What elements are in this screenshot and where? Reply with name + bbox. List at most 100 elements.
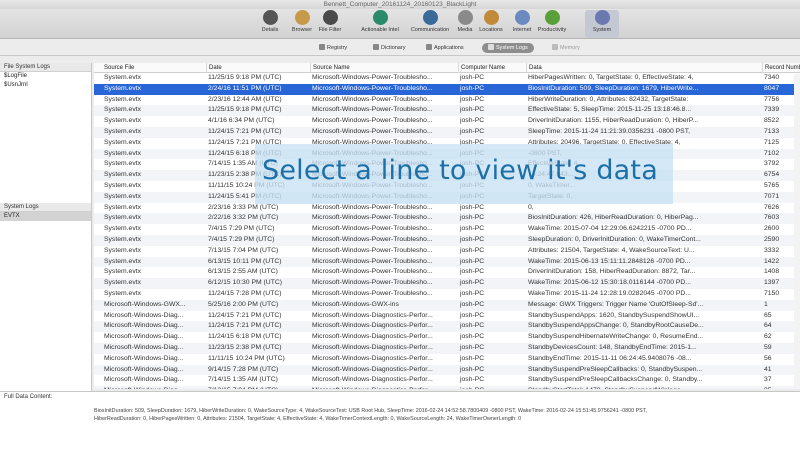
cell-date: 7/4/15 7:29 PM (UTC) <box>208 225 275 233</box>
table-row[interactable]: System.evtx 6/13/15 10:11 PM (UTC) Microso… <box>94 256 800 268</box>
tab-applications[interactable]: Applications <box>420 43 470 53</box>
cell-source-name: Microsoft-Windows-Diagnostics-Perfor... <box>312 311 433 319</box>
column-source-file[interactable]: Source File <box>94 63 206 73</box>
toolbar-productivity-button[interactable]: Productivity <box>535 10 569 38</box>
cell-source-name: Microsoft-Windows-Power-Troublesho... <box>312 289 433 297</box>
tab-system-logs[interactable]: System Logs <box>482 43 534 53</box>
column-date[interactable]: Date <box>206 63 310 73</box>
cell-source-name: Microsoft-Windows-Diagnostics-Perfor... <box>312 333 433 341</box>
cell-source-name: Microsoft-Windows-Diagnostics-Perfor... <box>310 386 458 389</box>
table-row[interactable]: System.evtx 2/23/16 12:44 AM (UTC) Microso… <box>94 95 800 106</box>
column-source-name[interactable]: Source Name <box>310 63 458 73</box>
table-row[interactable]: System.evtx 11/24/15 7:21 PM (UTC) Microso… <box>94 126 800 138</box>
table-row[interactable]: Microsoft-Windows-Diag...7/13/15 7:04 PM… <box>94 386 800 389</box>
cell-data: WakeTime: 2015-06-12 15:30:18.0116144 -0… <box>528 279 691 287</box>
cell-computer-name: josh-PC <box>460 343 485 351</box>
sidebar-item-usnjrnl[interactable]: $UsnJrnl <box>0 81 91 90</box>
toolbar-details-button[interactable]: Details <box>253 10 287 38</box>
table-row[interactable]: System.evtx 6/12/15 10:30 PM (UTC) Microso… <box>94 278 800 289</box>
table-row[interactable]: System.evtx 4/1/16 6:34 PM (UTC) Microsoft… <box>94 116 800 127</box>
table-row[interactable]: System.evtx 7/4/15 7:29 PM (UTC) Microsoft… <box>94 234 800 246</box>
cell-source-file: Microsoft-Windows-GWX... <box>104 300 186 308</box>
cell-computer-name: josh-PC <box>460 95 485 103</box>
cell-computer-name: josh-PC <box>460 300 485 308</box>
cell-data: Attributes: 21504, TargetState: 4, WakeS… <box>528 246 695 254</box>
cell-data: StandbySuspendHibernateWriteChange: 0, R… <box>528 333 704 341</box>
cell-date: 6/12/15 10:30 PM (UTC) <box>208 279 283 287</box>
cell-source-file: Microsoft-Windows-Diag... <box>104 322 184 330</box>
cell-data: StandbyEndTime: 2015-11-11 06:24:45.9408… <box>528 354 692 362</box>
cell-source-file: System.evtx <box>104 127 142 135</box>
toolbar-button-label: Actionable Intel <box>361 27 399 33</box>
cell-source-file: System.evtx <box>104 225 142 233</box>
table-row[interactable]: System.evtx 7/13/15 7:04 PM (UTC) Microsof… <box>94 246 800 257</box>
cell-source-file: System.evtx <box>104 257 142 265</box>
table-row[interactable]: Microsoft-Windows-Diag... 11/24/15 6:18 P… <box>94 332 800 343</box>
cell-data: Message: GWX Triggers: Trigger Name 'Out… <box>528 300 704 308</box>
sidebar-item-logfile[interactable]: $LogFile <box>0 72 91 81</box>
details-icon <box>262 10 278 25</box>
tab-dictionary[interactable]: Dictionary <box>367 43 411 53</box>
cell-source-file: System.evtx <box>104 181 142 189</box>
column-data[interactable]: Data <box>526 63 762 73</box>
cell-date: 11/24/15 7:21 PM (UTC) <box>208 311 282 319</box>
table-row[interactable]: Microsoft-Windows-Diag... 11/24/15 7:21 P… <box>94 321 800 333</box>
media-icon <box>457 10 473 25</box>
toolbar-button-label: System <box>592 27 612 33</box>
table-row[interactable]: System.evtx 11/25/15 9:18 PM (UTC) Microso… <box>94 73 800 84</box>
table-row[interactable]: System.evtx 7/4/15 7:29 PM (UTC) Microsoft… <box>94 224 800 235</box>
table-row[interactable]: Microsoft-Windows-Diag... 9/14/15 7:28 PM… <box>94 364 800 376</box>
cell-computer-name: josh-PC <box>460 225 485 233</box>
table-row[interactable]: Microsoft-Windows-Diag... 11/11/15 10:24 … <box>94 354 800 365</box>
table-row[interactable]: Microsoft-Windows-Diag... 11/23/15 2:38 P… <box>94 342 800 354</box>
table-row[interactable]: Microsoft-Windows-Diag... 11/24/15 7:21 P… <box>94 311 800 322</box>
cell-source-file: System.evtx <box>104 84 142 92</box>
cell-source-file: System.evtx <box>104 138 142 146</box>
cell-date: 11/24/15 6:18 PM (UTC) <box>208 333 282 341</box>
table-row[interactable]: System.evtx 6/13/15 2:55 AM (UTC) Microsof… <box>94 267 800 278</box>
cell-date: 11/11/15 10:24 PM (UTC) <box>208 354 285 362</box>
toolbar-system-button[interactable]: System <box>585 10 619 38</box>
toolbar-communication-button[interactable]: Communication <box>411 10 449 38</box>
toolbar-locations-button[interactable]: Locations <box>474 10 508 38</box>
table-scrollbar[interactable] <box>794 74 800 389</box>
log-table: Source File Date Source Name Computer Na… <box>94 63 800 389</box>
table-row[interactable]: Microsoft-Windows-GWX... 5/25/16 2:00 PM … <box>94 299 800 311</box>
column-record-number[interactable]: Record Number <box>762 63 800 73</box>
table-row[interactable]: System.evtx 11/24/15 7:28 PM (UTC) Microso… <box>94 289 800 300</box>
table-row[interactable]: System.evtx 2/23/16 3:33 PM (UTC) Microsof… <box>94 203 800 214</box>
table-row[interactable]: System.evtx 2/22/16 3:32 PM (UTC) Microsof… <box>94 213 800 225</box>
cell-source-name: Microsoft-Windows-Power-Troublesho... <box>312 225 433 233</box>
cell-computer-name: josh-PC <box>460 214 485 222</box>
toolbar-button-label: Productivity <box>537 27 567 33</box>
communication-icon <box>422 10 438 25</box>
tab-registry[interactable]: Registry <box>313 43 353 53</box>
window-title: Bennett_Computer_20161124_20160123_Black… <box>0 0 800 9</box>
toolbar-actionable-intel-button[interactable]: Actionable Intel <box>361 10 399 38</box>
cell-source-name: Microsoft-Windows-Power-Troublesho... <box>312 203 433 211</box>
table-row[interactable]: System.evtx 2/24/16 11:51 PM (UTC) Microso… <box>94 83 800 95</box>
cell-computer-name: josh-PC <box>460 268 485 276</box>
cell-source-file: System.evtx <box>104 171 142 179</box>
toolbar-internet-button[interactable]: Internet <box>505 10 539 38</box>
table-row[interactable]: System.evtx 11/25/15 9:18 PM (UTC) Microso… <box>94 105 800 117</box>
column-computer-name[interactable]: Computer Name <box>458 63 526 73</box>
browser-icon <box>294 10 310 25</box>
cell-source-file: Microsoft-Windows-Diag... <box>104 376 184 384</box>
table-row[interactable]: Microsoft-Windows-Diag... 7/14/15 1:35 AM… <box>94 375 800 386</box>
cell-computer-name: josh-PC <box>460 289 485 297</box>
tab-memory[interactable]: Memory <box>546 43 586 53</box>
table-header: Source File Date Source Name Computer Na… <box>94 63 800 73</box>
productivity-icon <box>544 10 560 25</box>
cell-source-file: Microsoft-Windows-Diag... <box>102 386 206 389</box>
cell-computer-name: josh-PC <box>460 106 485 114</box>
cell-source-name: Microsoft-Windows-Diagnostics-Perfor... <box>312 322 433 330</box>
cell-source-file: System.evtx <box>104 106 142 114</box>
sidebar-item-evtx[interactable]: EVTX <box>0 212 91 221</box>
cell-date: 2/24/16 11:51 PM (UTC) <box>208 84 282 92</box>
cell-data: StandbySuspendAppsChange: 0, StandbyRoot… <box>528 322 704 330</box>
cell-source-name: Microsoft-Windows-Power-Troublesho... <box>312 106 433 114</box>
cell-date: 6/13/15 2:55 AM (UTC) <box>208 268 278 276</box>
file-system-logs-header: File System Logs <box>0 63 91 72</box>
toolbar-file-filter-button[interactable]: File Filter <box>313 10 347 38</box>
